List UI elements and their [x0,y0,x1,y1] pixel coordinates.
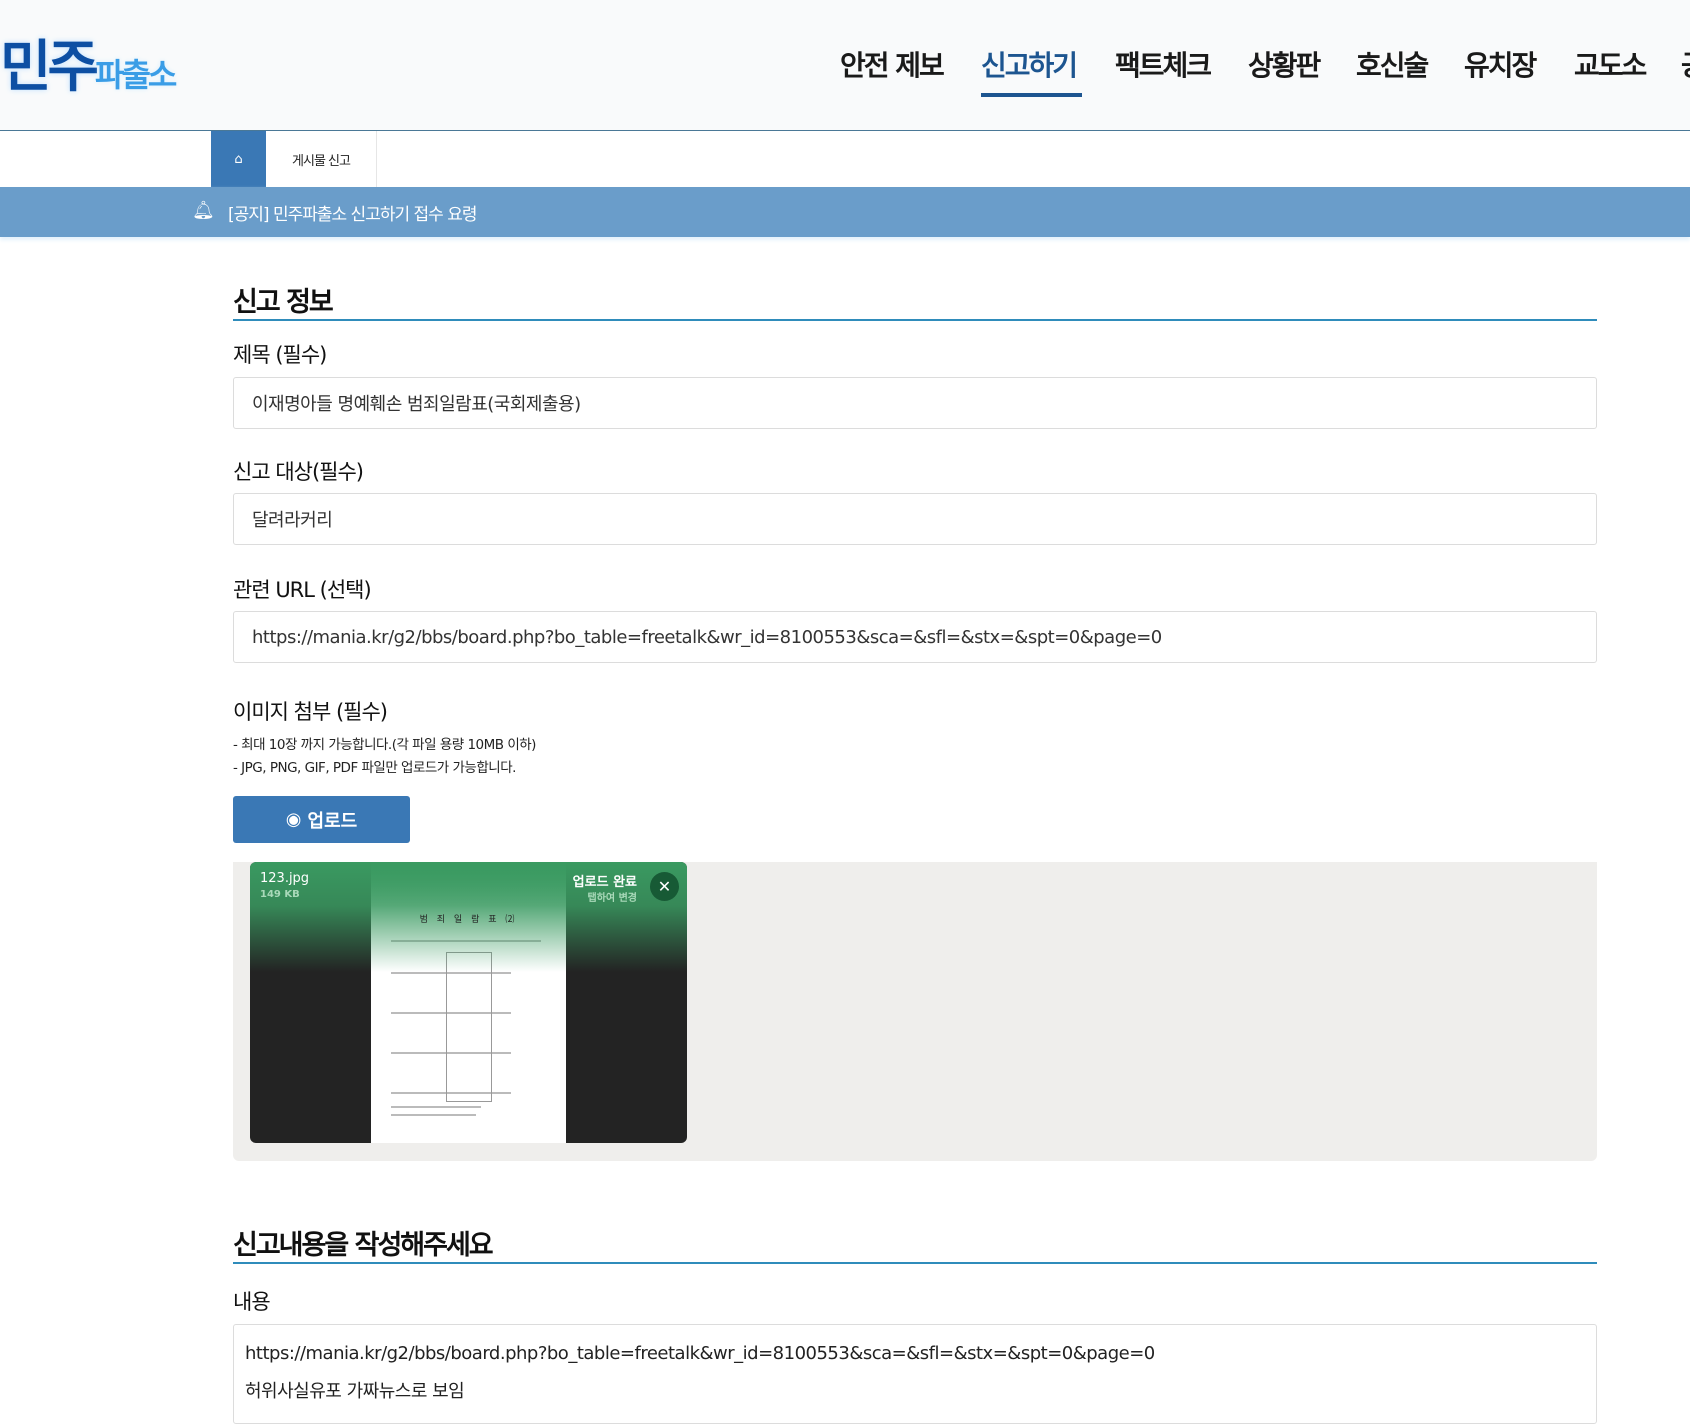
home-icon: ⌂ [234,151,243,167]
nav-active-indicator [981,93,1082,97]
nav-report[interactable]: 신고하기 [981,44,1078,84]
nav-factcheck[interactable]: 팩트체크 [1115,44,1212,84]
image-note: - 최대 10장 까지 가능합니다.(각 파일 용량 10MB 이하) [233,737,536,753]
logo-main-text: 민주 [0,35,99,100]
camera-icon: ◉ [285,809,302,830]
section-title-content: 신고내용을 작성해주세요 [233,1230,494,1261]
nav-more[interactable]: 공 [1681,44,1690,84]
attachment-card[interactable]: 범 죄 일 람 표 ⑵ 123.jpg 149 KB 업로드 완료 탭하여 변경… [250,862,687,1143]
notice-bar[interactable]: 🔔︎ [공지] 민주파출소 신고하기 접수 요령 [0,187,1690,237]
title-input[interactable]: 이재명아들 명예훼손 범죄일람표(국회제출용) [233,377,1597,429]
title-label: 제목 (필수) [233,343,327,367]
attachment-status: 업로드 완료 [572,875,637,890]
divider [233,319,1597,321]
content-line: 허위사실유포 가짜뉴스로 보임 [245,1381,465,1402]
content-line: https://mania.kr/g2/bbs/board.php?bo_tab… [245,1343,1155,1364]
nav-detention[interactable]: 유치장 [1464,44,1537,84]
upload-button-label: 업로드 [307,810,358,832]
bell-icon: 🔔︎ [192,200,215,221]
card-overlay-doc [371,862,566,907]
content-textarea[interactable]: https://mania.kr/g2/bbs/board.php?bo_tab… [233,1324,1597,1424]
attachment-filename: 123.jpg [260,871,310,886]
preview-stamp [446,952,492,1102]
close-icon: ✕ [657,877,672,896]
notice-text[interactable]: [공지] 민주파출소 신고하기 접수 요령 [228,200,477,225]
preview-doc-title: 범 죄 일 람 표 ⑵ [419,915,518,925]
attachment-hint: 탭하여 변경 [587,893,637,904]
target-input[interactable]: 달려라커리 [233,493,1597,545]
nav-prison[interactable]: 교도소 [1574,44,1647,84]
nav-safety-report[interactable]: 안전 제보 [840,44,945,84]
target-label: 신고 대상(필수) [233,460,364,484]
divider [233,1262,1597,1264]
attachment-size: 149 KB [260,889,300,900]
remove-attachment-button[interactable]: ✕ [650,872,679,901]
url-label: 관련 URL (선택) [233,578,372,602]
logo-sub[interactable]: 파출소 [95,50,177,96]
image-label: 이미지 첨부 (필수) [233,700,388,724]
nav-status-board[interactable]: 상황판 [1248,44,1321,84]
url-input[interactable]: https://mania.kr/g2/bbs/board.php?bo_tab… [233,611,1597,663]
content-label: 내용 [233,1290,271,1314]
section-title-report-info: 신고 정보 [233,287,334,318]
image-note: - JPG, PNG, GIF, PDF 파일만 업로드가 가능합니다. [233,760,516,776]
nav-self-defense[interactable]: 호신술 [1356,44,1429,84]
breadcrumb-current: 게시물 신고 [266,131,377,187]
site-header: 민주 파출소 안전 제보 신고하기 팩트체크 상황판 호신술 유치장 교도소 공 [0,0,1690,131]
attachment-gallery: 범 죄 일 람 표 ⑵ 123.jpg 149 KB 업로드 완료 탭하여 변경… [233,862,1597,1161]
logo[interactable]: 민주 [0,22,99,103]
upload-button[interactable]: ◉ 업로드 [233,796,410,843]
breadcrumb-home[interactable]: ⌂ [211,131,266,187]
